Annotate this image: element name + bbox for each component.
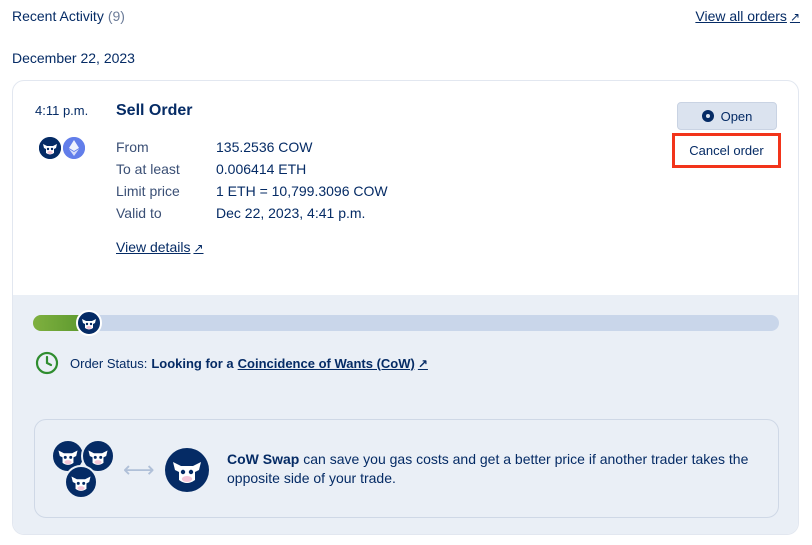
detail-label: Valid to xyxy=(116,205,162,221)
progress-bar xyxy=(33,310,779,336)
recent-activity-label: Recent Activity xyxy=(12,8,104,24)
cow-link-label: Coincidence of Wants (CoW) xyxy=(237,355,415,371)
detail-label: To at least xyxy=(116,161,180,177)
detail-row-valid-to: Valid to Dec 22, 2023, 4:41 p.m. xyxy=(116,202,388,224)
view-details-link[interactable]: View details ↗ xyxy=(116,239,204,255)
cow-swap-brand: CoW Swap xyxy=(227,451,300,467)
order-details: From 135.2536 COW To at least 0.006414 E… xyxy=(116,136,388,224)
external-arrow-icon: ↗ xyxy=(417,356,428,371)
date-group-heading: December 22, 2023 xyxy=(12,50,135,66)
clock-icon xyxy=(35,351,59,375)
detail-row-from: From 135.2536 COW xyxy=(116,136,388,158)
detail-value: Dec 22, 2023, 4:41 p.m. xyxy=(216,205,366,221)
token-pair xyxy=(37,135,89,163)
detail-row-limit-price: Limit price 1 ETH = 10,799.3096 COW xyxy=(116,180,388,202)
cow-info-text: CoW Swap can save you gas costs and get … xyxy=(227,450,767,488)
cow-traders-cluster-icon xyxy=(51,439,117,499)
detail-value: 135.2536 COW xyxy=(216,139,313,155)
activity-count: (9) xyxy=(107,8,125,24)
detail-label: Limit price xyxy=(116,183,180,199)
detail-value: 0.006414 ETH xyxy=(216,161,307,177)
order-type-title: Sell Order xyxy=(116,102,193,119)
order-time: 4:11 p.m. xyxy=(35,103,89,118)
order-status-value: Looking for a xyxy=(151,355,234,371)
detail-value: 1 ETH = 10,799.3096 COW xyxy=(216,183,388,199)
order-card: 4:11 p.m. Sell Order From 135.2536 COW T… xyxy=(12,80,799,535)
recent-activity-title: Recent Activity (9) xyxy=(12,8,125,24)
detail-row-to: To at least 0.006414 ETH xyxy=(116,158,388,180)
eth-token-icon xyxy=(61,135,87,161)
cow-info-box: ⟷ CoW Swap can save you gas costs and ge… xyxy=(34,419,779,518)
progress-fill xyxy=(33,315,82,331)
cow-progress-icon xyxy=(76,310,102,336)
view-details-label: View details xyxy=(116,239,191,255)
recent-activity-header: Recent Activity (9) View all orders ↗ xyxy=(12,8,800,28)
external-arrow-icon: ↗ xyxy=(193,241,204,255)
swap-arrows-icon: ⟷ xyxy=(123,457,155,482)
status-badge: Open xyxy=(677,102,777,130)
cow-swap-logo-icon xyxy=(165,448,209,492)
status-dot-icon xyxy=(701,110,714,122)
cow-explainer-link[interactable]: Coincidence of Wants (CoW) ↗ xyxy=(238,356,428,371)
view-all-label: View all orders xyxy=(695,8,787,24)
view-all-orders-link[interactable]: View all orders ↗ xyxy=(695,8,800,24)
detail-label: From xyxy=(116,139,149,155)
order-status-label: Order Status: xyxy=(70,355,148,371)
cow-info-body: can save you gas costs and get a better … xyxy=(227,451,749,486)
cow-token-icon xyxy=(37,135,63,161)
order-status-line: Order Status: Looking for a Coincidence … xyxy=(35,351,428,375)
external-arrow-icon: ↗ xyxy=(789,10,800,24)
status-label: Open xyxy=(720,108,753,124)
order-progress-panel: Order Status: Looking for a Coincidence … xyxy=(13,295,798,534)
cancel-order-button[interactable]: Cancel order xyxy=(672,133,781,168)
